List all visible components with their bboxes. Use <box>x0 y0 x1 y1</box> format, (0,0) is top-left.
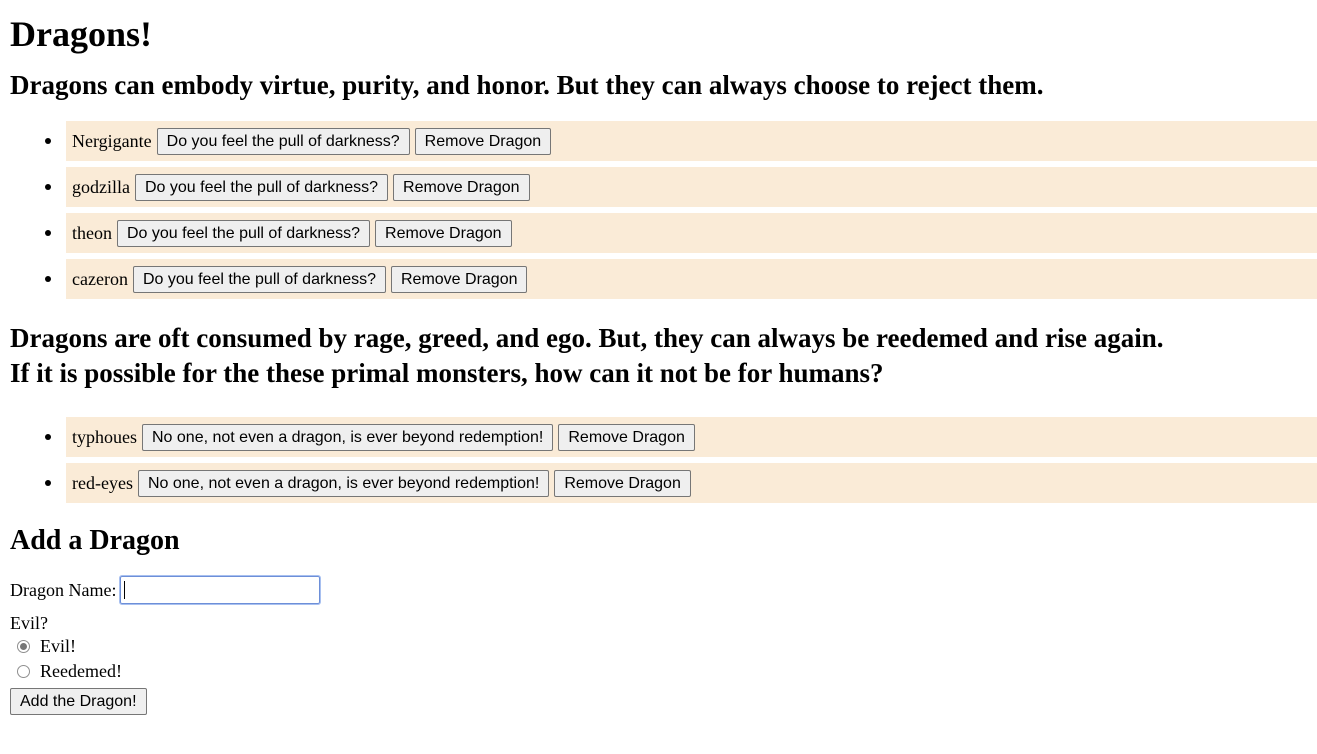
dragon-list-item: godzilla Do you feel the pull of darknes… <box>45 167 1317 207</box>
dragon-list-item: theon Do you feel the pull of darkness? … <box>45 213 1317 253</box>
bullet-icon <box>45 480 51 486</box>
evil-heading-line-2: If it is possible for the these primal m… <box>10 358 884 388</box>
good-dragons-heading: Dragons can embody virtue, purity, and h… <box>10 70 1044 100</box>
remove-dragon-button[interactable]: Remove Dragon <box>390 265 528 293</box>
dragon-name: red-eyes <box>72 472 133 493</box>
radio-option-evil[interactable]: Evil! <box>10 634 1317 659</box>
bullet-icon <box>45 276 51 282</box>
dragon-name: cazeron <box>72 268 128 289</box>
remove-dragon-button[interactable]: Remove Dragon <box>393 173 530 201</box>
dragon-list-item: red-eyes No one, not even a dragon, is e… <box>45 463 1317 503</box>
dragon-name: typhoues <box>72 426 137 447</box>
remove-dragon-button[interactable]: Remove Dragon <box>375 219 512 247</box>
dragon-list-item: Nergigante Do you feel the pull of darkn… <box>45 121 1317 161</box>
remove-dragon-button[interactable]: Remove Dragon <box>414 127 552 155</box>
bullet-icon <box>45 230 51 236</box>
radio-redeemed[interactable] <box>17 665 30 678</box>
radio-evil-label: Evil! <box>40 636 76 656</box>
dragon-name-input-wrap <box>119 575 322 605</box>
dragon-name: godzilla <box>72 176 130 197</box>
radio-option-redeemed[interactable]: Reedemed! <box>10 659 1317 684</box>
page: Dragons! Dragons can embody virtue, puri… <box>0 0 1317 715</box>
dragon-name-row: Dragon Name: <box>10 575 1317 605</box>
bullet-icon <box>45 434 51 440</box>
evil-dragons-heading: Dragons are oft consumed by rage, greed,… <box>10 321 1317 391</box>
text-caret <box>124 581 126 599</box>
pull-of-darkness-button[interactable]: Do you feel the pull of darkness? <box>134 173 389 201</box>
evil-heading-line-1: Dragons are oft consumed by rage, greed,… <box>10 323 1164 353</box>
redemption-button[interactable]: No one, not even a dragon, is ever beyon… <box>142 423 554 451</box>
pull-of-darkness-button[interactable]: Do you feel the pull of darkness? <box>132 265 386 293</box>
dragon-name: theon <box>72 222 112 243</box>
radio-redeemed-label: Reedemed! <box>40 661 122 681</box>
good-dragons-list: Nergigante Do you feel the pull of darkn… <box>10 121 1317 299</box>
dragon-name: Nergigante <box>72 130 152 151</box>
remove-dragon-button[interactable]: Remove Dragon <box>554 469 691 497</box>
radio-evil[interactable] <box>17 640 30 653</box>
add-dragon-button[interactable]: Add the Dragon! <box>10 688 147 715</box>
dragon-list-item: cazeron Do you feel the pull of darkness… <box>45 259 1317 299</box>
pull-of-darkness-button[interactable]: Do you feel the pull of darkness? <box>117 219 371 247</box>
bullet-icon <box>45 138 51 144</box>
pull-of-darkness-button[interactable]: Do you feel the pull of darkness? <box>156 127 410 155</box>
dragon-name-input[interactable] <box>119 575 322 605</box>
evil-question-label: Evil? <box>10 613 48 633</box>
add-dragon-heading: Add a Dragon <box>10 525 180 556</box>
remove-dragon-button[interactable]: Remove Dragon <box>558 423 695 451</box>
bullet-icon <box>45 184 51 190</box>
dragon-list-item: typhoues No one, not even a dragon, is e… <box>45 417 1317 457</box>
page-title: Dragons! <box>10 14 152 54</box>
redemption-button[interactable]: No one, not even a dragon, is ever beyon… <box>137 469 550 497</box>
evil-dragons-list: typhoues No one, not even a dragon, is e… <box>10 417 1317 503</box>
dragon-name-label: Dragon Name: <box>10 579 117 600</box>
add-dragon-form: Dragon Name: Evil? Evil! Reedemed! Add t… <box>10 575 1317 715</box>
